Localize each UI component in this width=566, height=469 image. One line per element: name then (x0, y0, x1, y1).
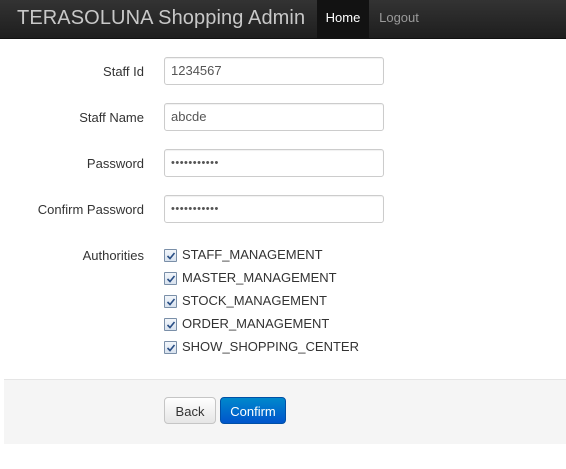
nav-home[interactable]: Home (317, 0, 369, 38)
checkbox[interactable] (164, 318, 177, 331)
authorities-label: Authorities (82, 248, 144, 263)
password-field[interactable]: ••••••••••• (164, 149, 384, 177)
nav-logout[interactable]: Logout (370, 0, 428, 38)
brand-title[interactable]: TERASOLUNA Shopping Admin (17, 5, 305, 31)
authority-label: STAFF_MANAGEMENT (182, 247, 323, 262)
authority-label: STOCK_MANAGEMENT (182, 293, 327, 308)
checkbox[interactable] (164, 341, 177, 354)
checkbox[interactable] (164, 272, 177, 285)
confirm-password-field[interactable]: ••••••••••• (164, 195, 384, 223)
confirm-button[interactable]: Confirm (220, 397, 286, 424)
staff-id-label: Staff Id (103, 64, 144, 79)
password-label: Password (86, 156, 144, 171)
authority-label: MASTER_MANAGEMENT (182, 270, 337, 285)
staff-name-field[interactable]: abcde (164, 103, 384, 131)
back-button[interactable]: Back (164, 397, 216, 424)
authority-label: SHOW_SHOPPING_CENTER (182, 339, 359, 354)
top-navbar: TERASOLUNA Shopping Admin Home Logout (0, 0, 566, 39)
confirm-password-label: Confirm Password (37, 202, 144, 217)
authority-label: ORDER_MANAGEMENT (182, 316, 330, 331)
checkbox[interactable] (164, 249, 177, 262)
checkbox[interactable] (164, 295, 177, 308)
staff-id-field[interactable]: 1234567 (164, 57, 384, 85)
staff-name-label: Staff Name (79, 110, 144, 125)
